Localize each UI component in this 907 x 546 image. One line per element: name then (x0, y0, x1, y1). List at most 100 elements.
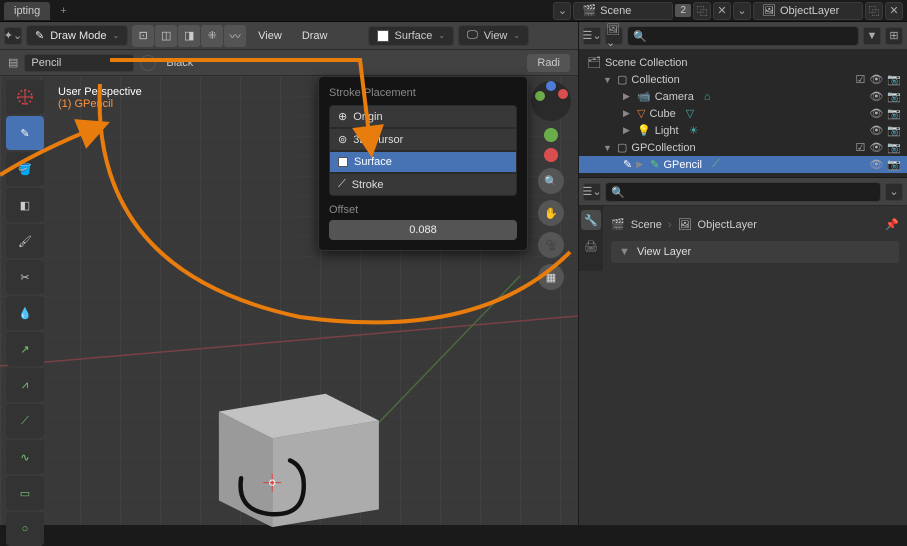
render-icon[interactable]: 📷 (887, 90, 901, 103)
offset-value-field[interactable]: 0.088 (329, 220, 517, 240)
snap-icon[interactable]: ⁜ (201, 25, 223, 47)
disclosure-icon: ▼ (619, 246, 630, 258)
tint-tool[interactable]: 🖌 (6, 224, 44, 258)
gizmo-btn-2[interactable]: ◫ (155, 25, 177, 47)
camera-data-icon: ⌂ (704, 91, 711, 103)
gizmo-btn-3[interactable]: ◨ (178, 25, 200, 47)
options-icon[interactable]: ⌄ (885, 183, 903, 201)
placement-origin[interactable]: ⊕Origin (329, 105, 517, 128)
perspective-label: User Perspective (58, 86, 142, 98)
editor-type-icon[interactable]: ✦⌄ (4, 27, 22, 45)
eye-icon[interactable]: 👁 (869, 107, 883, 120)
layers-icon[interactable]: ▤ (8, 56, 18, 69)
radius-button[interactable]: Radi (527, 54, 570, 72)
view-dropdown[interactable]: 🖵 View ⌄ (458, 25, 529, 46)
outliner-scene-collection[interactable]: 🗂 Scene Collection (579, 54, 907, 71)
circle-tool[interactable]: ○ (6, 512, 44, 546)
checkbox-icon[interactable]: ☑ (855, 141, 865, 154)
disclosure-icon[interactable]: ▼ (603, 75, 613, 85)
scene-browse-icon[interactable]: ⌄ (553, 2, 571, 20)
add-workspace-icon[interactable]: + (52, 5, 74, 17)
gizmo-btn-1[interactable]: ⊡ (132, 25, 154, 47)
menu-view[interactable]: View (250, 26, 290, 46)
erase-tool[interactable]: ◧ (6, 188, 44, 222)
outliner-light[interactable]: ▶ 💡 Light ☀ 👁📷 (579, 122, 907, 139)
render-icon[interactable]: 📷 (887, 158, 901, 171)
display-mode-icon[interactable]: 🖼⌄ (605, 27, 623, 45)
disclosure-icon[interactable]: ▶ (623, 108, 633, 119)
disclosure-icon[interactable]: ▶ (623, 91, 633, 102)
pin-icon[interactable]: 📌 (885, 218, 899, 231)
editor-type-outliner-icon[interactable]: ☰⌄ (583, 27, 601, 45)
pan-gizmo-icon[interactable]: ✋ (538, 200, 564, 226)
cursor-tool[interactable] (6, 80, 44, 114)
editor-type-props-icon[interactable]: ☰⌄ (583, 183, 601, 201)
material-field-1[interactable]: Pencil (24, 54, 134, 72)
perspective-gizmo-icon[interactable]: ▦ (538, 264, 564, 290)
render-icon[interactable]: 📷 (887, 73, 901, 86)
surface-icon (338, 157, 348, 167)
view-layer-panel[interactable]: ▼ View Layer (611, 241, 899, 263)
placement-surface[interactable]: Surface (329, 151, 517, 173)
render-icon[interactable]: 📷 (887, 124, 901, 137)
draw-tool[interactable]: ✎ (6, 116, 44, 150)
origin-icon: ⊕ (338, 110, 347, 123)
outliner-camera[interactable]: ▶ 📹 Camera ⌂ 👁📷 (579, 88, 907, 105)
curve-tool[interactable]: ∿ (6, 440, 44, 474)
mode-dropdown[interactable]: ✎ Draw Mode ⌄ (26, 25, 128, 46)
eye-icon[interactable]: 👁 (869, 141, 883, 154)
bc-scene[interactable]: Scene (631, 219, 662, 231)
layer-browse-icon[interactable]: ⌄ (733, 2, 751, 20)
outliner-gpcollection[interactable]: ▼ ▢ GPCollection ☑👁📷 (579, 139, 907, 156)
outliner-collection[interactable]: ▼ ▢ Collection ☑👁📷 (579, 71, 907, 88)
placement-3dcursor[interactable]: ⊚3D Cursor (329, 128, 517, 151)
render-tab-icon[interactable]: 🔧 (581, 210, 601, 230)
scene-icon: 🎬 (582, 4, 596, 17)
render-icon[interactable]: 📷 (887, 107, 901, 120)
menu-draw[interactable]: Draw (294, 26, 336, 46)
eye-icon[interactable]: 👁 (869, 158, 883, 171)
checkbox-icon[interactable]: ☑ (855, 73, 865, 86)
cube-mesh (180, 376, 400, 536)
line-tool[interactable]: ↗ (6, 332, 44, 366)
placement-stroke[interactable]: ⟋Stroke (329, 173, 517, 196)
camera-gizmo-icon[interactable]: 🎥 (538, 232, 564, 258)
properties-header: ☰⌄ 🔍 ⌄ (579, 178, 907, 206)
eye-icon[interactable]: 👁 (869, 124, 883, 137)
axis-x-icon[interactable] (544, 148, 558, 162)
arc-tool[interactable]: ⟋ (6, 404, 44, 438)
scene-field[interactable]: 🎬 Scene (573, 2, 673, 20)
outliner-cube[interactable]: ▶ ▽ Cube ▽ 👁📷 (579, 105, 907, 122)
color-circle-icon[interactable] (140, 55, 156, 71)
chevron-right-icon: › (668, 219, 672, 231)
viewlayer-new-icon[interactable]: ⿻ (865, 2, 883, 20)
prop-edit-icon[interactable]: 〰 (224, 25, 246, 47)
workspace-tab[interactable]: ipting (4, 2, 50, 20)
new-collection-icon[interactable]: ⊞ (885, 27, 903, 45)
outliner-gpencil[interactable]: ✎ ▶ ✎ GPencil ⟋ 👁📷 (579, 156, 907, 173)
scene-delete-icon[interactable]: ✕ (713, 2, 731, 20)
fill-tool[interactable]: 🪣 (6, 152, 44, 186)
render-icon[interactable]: 📷 (887, 141, 901, 154)
box-tool[interactable]: ▭ (6, 476, 44, 510)
eye-icon[interactable]: 👁 (869, 73, 883, 86)
viewlayer-delete-icon[interactable]: ✕ (885, 2, 903, 20)
eyedropper-tool[interactable]: 💧 (6, 296, 44, 330)
disclosure-icon[interactable]: ▶ (623, 125, 633, 136)
stroke-placement-dropdown[interactable]: Surface ⌄ (368, 26, 455, 46)
disclosure-icon[interactable]: ▶ (636, 159, 646, 170)
viewlayer-field[interactable]: 🖼 ObjectLayer (753, 2, 863, 20)
output-tab-icon[interactable]: 🖨 (581, 236, 601, 256)
polyline-tool[interactable]: ⩘ (6, 368, 44, 402)
scene-new-icon[interactable]: ⿻ (693, 2, 711, 20)
props-search[interactable]: 🔍 (605, 182, 881, 202)
cutter-tool[interactable]: ✂ (6, 260, 44, 294)
eye-icon[interactable]: 👁 (869, 90, 883, 103)
outliner-search[interactable]: 🔍 (627, 26, 859, 46)
disclosure-icon[interactable]: ▼ (603, 143, 613, 153)
bc-layer[interactable]: ObjectLayer (698, 219, 757, 231)
filter-icon[interactable]: ▼ (863, 27, 881, 45)
zoom-gizmo-icon[interactable]: 🔍 (538, 168, 564, 194)
axis-y-icon[interactable] (544, 128, 558, 142)
orbit-gizmo[interactable] (530, 80, 572, 122)
